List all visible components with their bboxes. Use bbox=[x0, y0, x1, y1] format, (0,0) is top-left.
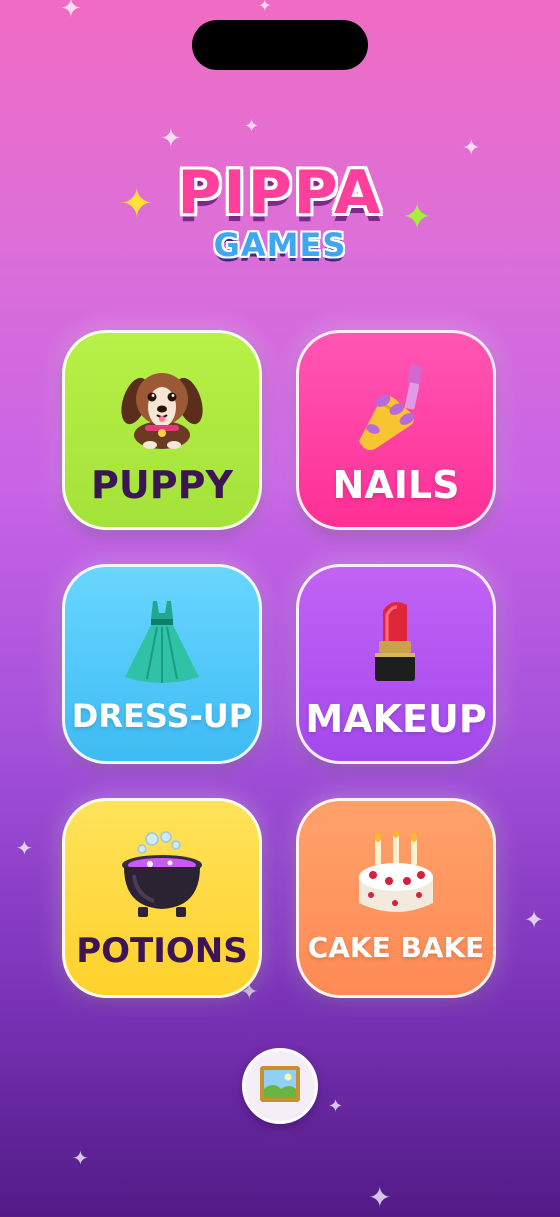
status-bar-notch bbox=[192, 20, 368, 70]
framed-picture-icon bbox=[259, 1065, 301, 1107]
game-tile-makeup[interactable]: MAKEUP bbox=[296, 564, 496, 764]
sparkle-icon: ✦ bbox=[72, 1146, 89, 1170]
game-tile-potions[interactable]: POTIONS bbox=[62, 798, 262, 998]
game-tile-puppy[interactable]: PUPPY bbox=[62, 330, 262, 530]
app-logo: ✦ ✦ PIPPA GAMES bbox=[120, 150, 440, 280]
sparkle-icon: ✦ bbox=[462, 136, 481, 161]
cake-icon bbox=[299, 831, 493, 921]
game-label-nails: NAILS bbox=[332, 463, 460, 507]
game-tile-cake-bake[interactable]: CAKE BAKE bbox=[296, 798, 496, 998]
game-label-potions: POTIONS bbox=[76, 931, 248, 971]
gallery-button[interactable] bbox=[242, 1048, 318, 1124]
logo-subtitle: GAMES bbox=[213, 226, 347, 264]
dress-icon bbox=[65, 597, 259, 687]
game-label-puppy: PUPPY bbox=[91, 463, 233, 507]
sparkle-icon: ✦ bbox=[328, 1096, 344, 1117]
game-tile-dress-up[interactable]: DRESS-UP bbox=[62, 564, 262, 764]
logo-title: PIPPA bbox=[177, 158, 383, 228]
nail-polish-icon bbox=[299, 363, 493, 453]
sparkle-icon: ✦ bbox=[258, 0, 272, 15]
sparkle-icon: ✦ bbox=[368, 1181, 392, 1214]
sparkle-icon: ✦ bbox=[60, 0, 82, 24]
game-label-cake-bake: CAKE BAKE bbox=[307, 931, 485, 964]
game-label-dress-up: DRESS-UP bbox=[71, 697, 253, 735]
lipstick-icon bbox=[299, 597, 493, 687]
sparkle-icon: ✦ bbox=[524, 906, 545, 934]
game-tile-nails[interactable]: NAILS bbox=[296, 330, 496, 530]
sparkle-icon: ✦ bbox=[244, 116, 260, 137]
puppy-icon bbox=[65, 363, 259, 453]
game-label-makeup: MAKEUP bbox=[305, 697, 487, 741]
sparkle-icon: ✦ bbox=[160, 124, 182, 154]
sparkle-icon: ✦ bbox=[16, 836, 33, 860]
cauldron-icon bbox=[65, 831, 259, 921]
